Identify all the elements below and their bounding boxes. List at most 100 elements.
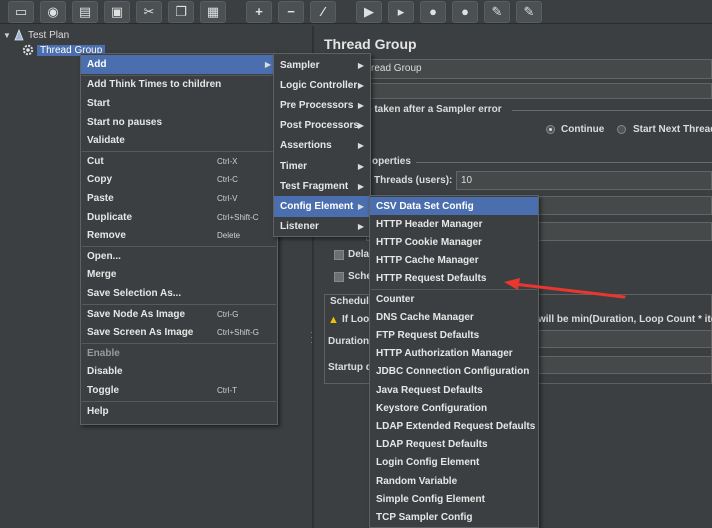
menu-item-http-authorization-manager[interactable]: HTTP Authorization Manager: [370, 345, 538, 363]
menu-item-label: Add Think Times to children: [87, 79, 222, 91]
menu-item-dns-cache-manager[interactable]: DNS Cache Manager: [370, 308, 538, 326]
menu-item-remove[interactable]: Remove Delete: [81, 226, 277, 245]
open-button[interactable]: ▤: [72, 0, 98, 23]
new-button[interactable]: ▭: [8, 0, 34, 23]
name-field[interactable]: read Group: [366, 59, 712, 79]
menu-item-disable[interactable]: Disable: [81, 363, 277, 382]
collapse-icon: −: [287, 4, 295, 19]
threads-input[interactable]: 10: [456, 171, 712, 190]
clear-all-button[interactable]: ✎: [516, 0, 542, 23]
expand-button[interactable]: +: [246, 0, 272, 23]
menu-item-http-cookie-manager[interactable]: HTTP Cookie Manager: [370, 233, 538, 251]
menu-item-save-node-as-image[interactable]: Save Node As Image Ctrl-G: [81, 305, 277, 324]
menu-item-label: Pre Processors: [280, 99, 354, 111]
menu-item-add[interactable]: Add ▶: [81, 55, 277, 74]
menu-item-label: Start no pauses: [87, 116, 163, 128]
menu-item-ftp-request-defaults[interactable]: FTP Request Defaults: [370, 326, 538, 344]
menu-item-label: Save Screen As Image: [87, 327, 194, 339]
templates-button[interactable]: ◉: [40, 0, 66, 23]
menu-item-java-request-defaults[interactable]: Java Request Defaults: [370, 381, 538, 399]
menu-item-label: HTTP Header Manager: [376, 218, 483, 230]
menu-item-ldap-request-defaults[interactable]: LDAP Request Defaults: [370, 436, 538, 454]
menu-item-merge[interactable]: Merge: [81, 266, 277, 285]
menu-item-label: Java Request Defaults: [376, 384, 483, 396]
menu-item-pre-processors[interactable]: Pre Processors ▶: [274, 95, 370, 115]
duration-input[interactable]: [526, 330, 712, 348]
menu-item-start-no-pauses[interactable]: Start no pauses: [81, 113, 277, 132]
menu-item-save-selection-as[interactable]: Save Selection As...: [81, 284, 277, 303]
menu-item-timer[interactable]: Timer ▶: [274, 156, 370, 176]
config-element-submenu: CSV Data Set Config HTTP Header Manager HT…: [369, 195, 539, 528]
comments-field[interactable]: [366, 83, 712, 99]
menu-item-listener[interactable]: Listener ▶: [274, 217, 370, 237]
start-no-pauses-icon: ▸: [397, 3, 405, 19]
open-icon: ▤: [78, 3, 92, 19]
tree-item-test-plan[interactable]: ▼ Test Plan: [3, 28, 69, 42]
menu-item-label: HTTP Authorization Manager: [376, 348, 513, 360]
menu-item-post-processors[interactable]: Post Processors ▶: [274, 116, 370, 136]
add-submenu: Sampler ▶ Logic Controller ▶ Pre Processors ▶…: [273, 53, 371, 237]
menu-item-add-think-times-to-children[interactable]: Add Think Times to children: [81, 76, 277, 95]
shortcut-label: Ctrl-X: [217, 156, 238, 166]
scheduler-checkbox[interactable]: [334, 272, 344, 282]
divider-grip-icon: · · ·: [310, 327, 313, 347]
start-no-pauses-button[interactable]: ▸: [388, 0, 414, 23]
copy-button[interactable]: ❐: [168, 0, 194, 23]
menu-item-label: Cut: [87, 155, 104, 167]
clear-button[interactable]: ✎: [484, 0, 510, 23]
menu-item-label: Merge: [87, 269, 117, 281]
startup-delay-label: Startup d: [328, 362, 372, 373]
expand-arrow-icon[interactable]: ▼: [3, 31, 13, 40]
menu-item-start[interactable]: Start: [81, 94, 277, 113]
menu-item-simple-config-element[interactable]: Simple Config Element: [370, 490, 538, 508]
menu-item-ldap-extended-request-defaults[interactable]: LDAP Extended Request Defaults: [370, 417, 538, 435]
menu-item-test-fragment[interactable]: Test Fragment ▶: [274, 176, 370, 196]
menu-item-label: Paste: [87, 192, 114, 204]
menu-item-random-variable[interactable]: Random Variable: [370, 472, 538, 490]
menu-item-label: Copy: [87, 174, 112, 186]
menu-item-open[interactable]: Open...: [81, 247, 277, 266]
menu-item-label: Config Element: [280, 200, 354, 212]
menu-item-save-screen-as-image[interactable]: Save Screen As Image Ctrl+Shift-G: [81, 323, 277, 342]
menu-item-duplicate[interactable]: Duplicate Ctrl+Shift-C: [81, 208, 277, 227]
stop-button[interactable]: ●: [420, 0, 446, 23]
page-title: Thread Group: [324, 36, 417, 52]
menu-item-http-cache-manager[interactable]: HTTP Cache Manager: [370, 252, 538, 270]
menu-item-cut[interactable]: Cut Ctrl-X: [81, 152, 277, 171]
menu-item-copy[interactable]: Copy Ctrl-C: [81, 171, 277, 190]
menu-item-assertions[interactable]: Assertions ▶: [274, 136, 370, 156]
paste-button[interactable]: ▦: [200, 0, 226, 23]
save-button[interactable]: ▣: [104, 0, 130, 23]
menu-item-jdbc-connection-configuration[interactable]: JDBC Connection Configuration: [370, 363, 538, 381]
menu-item-label: DNS Cache Manager: [376, 311, 474, 323]
menu-item-label: Duplicate: [87, 211, 133, 223]
menu-item-csv-data-set-config[interactable]: CSV Data Set Config: [370, 197, 538, 216]
delay-checkbox[interactable]: [334, 250, 344, 260]
menu-item-label: Disable: [87, 366, 123, 378]
startup-delay-input[interactable]: [526, 356, 712, 374]
menu-item-config-element[interactable]: Config Element ▶: [274, 196, 370, 217]
menu-item-toggle[interactable]: Toggle Ctrl-T: [81, 381, 277, 400]
menu-item-tcp-sampler-config[interactable]: TCP Sampler Config: [370, 508, 538, 526]
menu-item-enable[interactable]: Enable: [81, 344, 277, 363]
shutdown-button[interactable]: ●: [452, 0, 478, 23]
menu-item-logic-controller[interactable]: Logic Controller ▶: [274, 75, 370, 95]
paste-icon: ▦: [206, 3, 220, 19]
menu-item-validate[interactable]: Validate: [81, 131, 277, 150]
collapse-button[interactable]: −: [278, 0, 304, 23]
toggle-button[interactable]: ⁄: [310, 0, 336, 23]
shortcut-label: Ctrl+Shift-G: [217, 328, 260, 338]
menu-item-paste[interactable]: Paste Ctrl-V: [81, 189, 277, 208]
continue-radio[interactable]: [546, 125, 555, 134]
start-icon: ▶: [364, 3, 374, 19]
start-next-thread-radio[interactable]: [617, 125, 626, 134]
menu-item-sampler[interactable]: Sampler ▶: [274, 55, 370, 75]
shortcut-label: Ctrl+Shift-C: [217, 212, 259, 222]
start-button[interactable]: ▶: [356, 0, 382, 23]
cut-button[interactable]: ✂: [136, 0, 162, 23]
menu-item-http-header-manager[interactable]: HTTP Header Manager: [370, 215, 538, 233]
menu-item-keystore-configuration[interactable]: Keystore Configuration: [370, 399, 538, 417]
menu-item-label: Simple Config Element: [376, 493, 485, 505]
menu-item-login-config-element[interactable]: Login Config Element: [370, 454, 538, 472]
menu-item-help[interactable]: Help: [81, 402, 277, 421]
